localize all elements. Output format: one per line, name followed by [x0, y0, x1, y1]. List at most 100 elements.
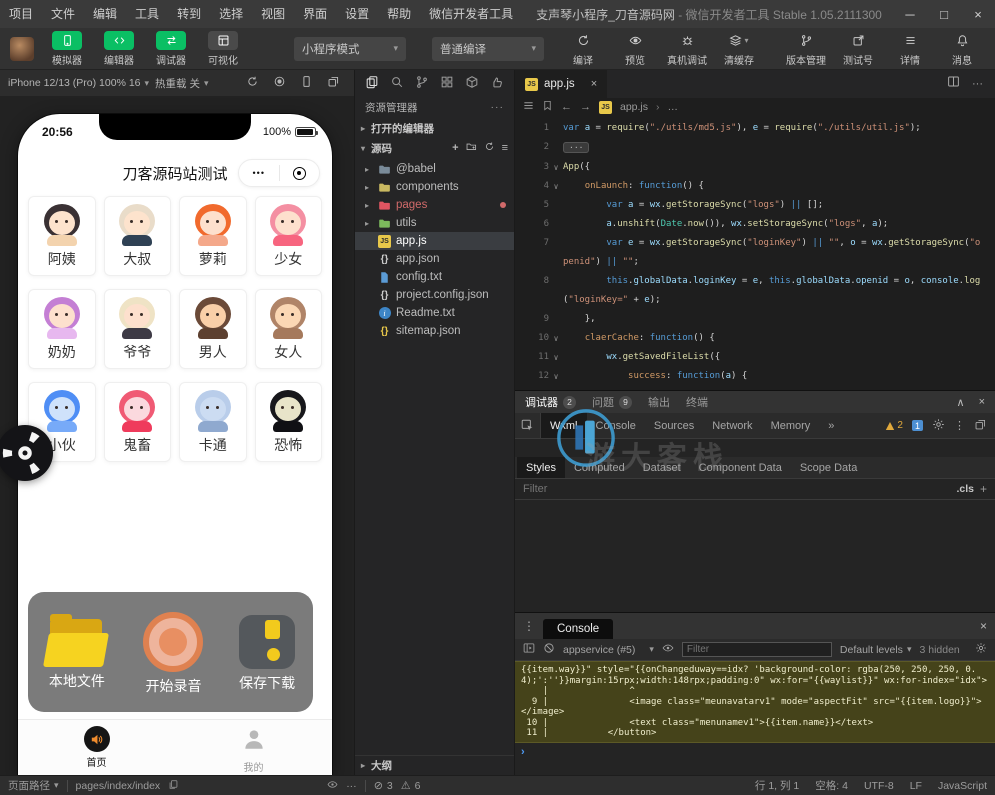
console-tab[interactable]: Console [543, 619, 614, 639]
record-icon[interactable] [273, 75, 286, 91]
warning-count-badge[interactable]: 2 [885, 420, 903, 431]
avatar-card[interactable]: 萝莉 [179, 196, 247, 276]
toolbar-clear-cache-button[interactable]: ▾ 清缓存 [716, 31, 762, 67]
local-files-button[interactable]: 本地文件 [42, 614, 109, 691]
menu-item[interactable]: 文件 [42, 0, 84, 28]
avatar-card[interactable]: 卡通 [179, 382, 247, 462]
like-icon[interactable] [490, 75, 504, 92]
breadcrumb-more[interactable]: … [668, 101, 679, 113]
minimize-button[interactable]: ─ [893, 0, 927, 28]
file-app.json[interactable]: {} app.json [355, 250, 514, 268]
statusbar-item[interactable]: 行 1, 列 1 [755, 778, 799, 793]
console-eye-icon[interactable] [662, 642, 674, 657]
avatar-card[interactable]: 大叔 [103, 196, 171, 276]
user-avatar[interactable] [10, 36, 34, 61]
wxml-tree-area[interactable] [515, 439, 995, 457]
toolbar-simulator-button[interactable]: 模拟器 [44, 30, 90, 67]
hot-reload-selector[interactable]: 热重载 关 ▾ [155, 76, 208, 91]
save-download-button[interactable]: 保存下载 [239, 615, 296, 693]
maximize-button[interactable]: □ [927, 0, 961, 28]
editor-more-icon[interactable]: ··· [972, 78, 983, 90]
code-area[interactable]: 1 var a = require("./utils/md5.js"), e = … [515, 116, 995, 390]
styles-filter-input[interactable] [523, 483, 951, 495]
more-tabs-icon[interactable]: » [819, 413, 843, 438]
outline-section[interactable]: ▸ 大纲 [355, 755, 514, 775]
debugger-tab-终端[interactable]: 终端 [686, 394, 708, 410]
popout-icon[interactable] [327, 75, 340, 91]
devtools-tab-Wxml[interactable]: Wxml [541, 413, 587, 438]
toolbar-editor-button[interactable]: 编辑器 [96, 30, 142, 67]
refresh-small-icon[interactable] [484, 141, 495, 155]
clear-console-icon[interactable] [543, 642, 555, 657]
copy-path-icon[interactable] [168, 779, 179, 793]
menu-item[interactable]: 视图 [252, 0, 294, 28]
toolbar-preview-button[interactable]: 预览 [612, 31, 658, 67]
avatar-card[interactable]: 女人 [254, 289, 322, 369]
file-Readme.txt[interactable]: i Readme.txt [355, 304, 514, 322]
folder-components[interactable]: ▸ components [355, 178, 514, 196]
toolbar-device-debug-button[interactable]: 真机调试 [664, 31, 710, 67]
file-sitemap.json[interactable]: {} sitemap.json [355, 322, 514, 340]
collapse-icon[interactable]: ≡ [502, 142, 508, 154]
minimize-capsule-button[interactable] [280, 166, 320, 180]
cls-toggle[interactable]: .cls [956, 483, 974, 495]
hamburger-icon[interactable] [523, 100, 534, 114]
toolbar-visualizer-button[interactable]: 可视化 [200, 30, 246, 67]
breadcrumb-file[interactable]: app.js [620, 101, 648, 113]
avatar-card[interactable]: 男人 [179, 289, 247, 369]
start-record-button[interactable]: 开始录音 [143, 612, 204, 696]
gear-icon[interactable] [932, 418, 945, 434]
file-project.config.json[interactable]: {} project.config.json [355, 286, 514, 304]
avatar-card[interactable]: 少女 [254, 196, 322, 276]
statusbar-eye-icon[interactable] [327, 779, 338, 793]
context-selector[interactable]: appservice (#5) ▾ [563, 644, 654, 656]
new-folder-icon[interactable] [466, 141, 477, 155]
statusbar-item[interactable]: 空格: 4 [815, 778, 848, 793]
git-icon[interactable] [415, 75, 429, 92]
editor-tab-appjs[interactable]: JS app.js × [515, 70, 608, 98]
fold-icon[interactable]: ∨ [549, 348, 563, 367]
fold-icon[interactable]: ∨ [549, 329, 563, 348]
devtools-tab-Memory[interactable]: Memory [762, 413, 820, 438]
subtab-scope-data[interactable]: Scope Data [791, 457, 866, 478]
window-icon[interactable] [440, 75, 454, 92]
menu-item[interactable]: 编辑 [84, 0, 126, 28]
fold-icon[interactable]: ∨ [549, 367, 563, 386]
page-path-selector[interactable]: 页面路径 ▾ [8, 778, 59, 793]
search-icon[interactable] [390, 75, 404, 92]
menu-item[interactable]: 帮助 [378, 0, 420, 28]
console-settings-icon[interactable] [975, 642, 987, 657]
folder-utils[interactable]: ▸ utils [355, 214, 514, 232]
close-tab-icon[interactable]: × [591, 78, 597, 90]
close-panel-icon[interactable]: × [979, 396, 985, 409]
subtab-component-data[interactable]: Component Data [690, 457, 791, 478]
console-prompt[interactable]: › [515, 743, 995, 761]
folder-@babel[interactable]: ▸ @babel [355, 160, 514, 178]
subtab-computed[interactable]: Computed [565, 457, 634, 478]
files-icon[interactable] [365, 75, 379, 92]
package-icon[interactable] [465, 75, 479, 92]
error-count[interactable]: ⊘ 3 [374, 779, 393, 793]
forward-icon[interactable]: → [580, 101, 591, 113]
back-icon[interactable]: ← [561, 101, 572, 113]
file-app.js[interactable]: JS app.js [355, 232, 514, 250]
inspect-element-icon[interactable] [515, 413, 541, 438]
menu-item[interactable]: 界面 [294, 0, 336, 28]
source-section[interactable]: ▾ 源码 + ≡ [355, 138, 514, 158]
avatar-card[interactable]: 奶奶 [28, 289, 96, 369]
toolbar-debugger-button[interactable]: 调试器 [148, 30, 194, 67]
statusbar-item[interactable]: JavaScript [938, 778, 987, 793]
console-filter-input[interactable] [681, 642, 832, 657]
collapse-panel-icon[interactable]: ∧ [957, 396, 965, 409]
explorer-more-button[interactable]: ··· [491, 101, 505, 113]
devtools-tab-Sources[interactable]: Sources [645, 413, 703, 438]
more-menu-button[interactable]: ••• [239, 168, 279, 178]
split-editor-icon[interactable] [947, 75, 960, 93]
folder-pages[interactable]: ▸ pages [355, 196, 514, 214]
console-menu-icon[interactable]: ⋮ [523, 619, 535, 633]
toolbar-messages-button[interactable]: 消息 [939, 31, 985, 67]
toolbar-details-button[interactable]: 详情 [887, 31, 933, 67]
open-editors-section[interactable]: ▸ 打开的编辑器 [355, 118, 514, 138]
device-selector[interactable]: iPhone 12/13 (Pro) 100% 16 ▾ [8, 77, 149, 89]
fold-icon[interactable]: ∨ [549, 177, 563, 196]
